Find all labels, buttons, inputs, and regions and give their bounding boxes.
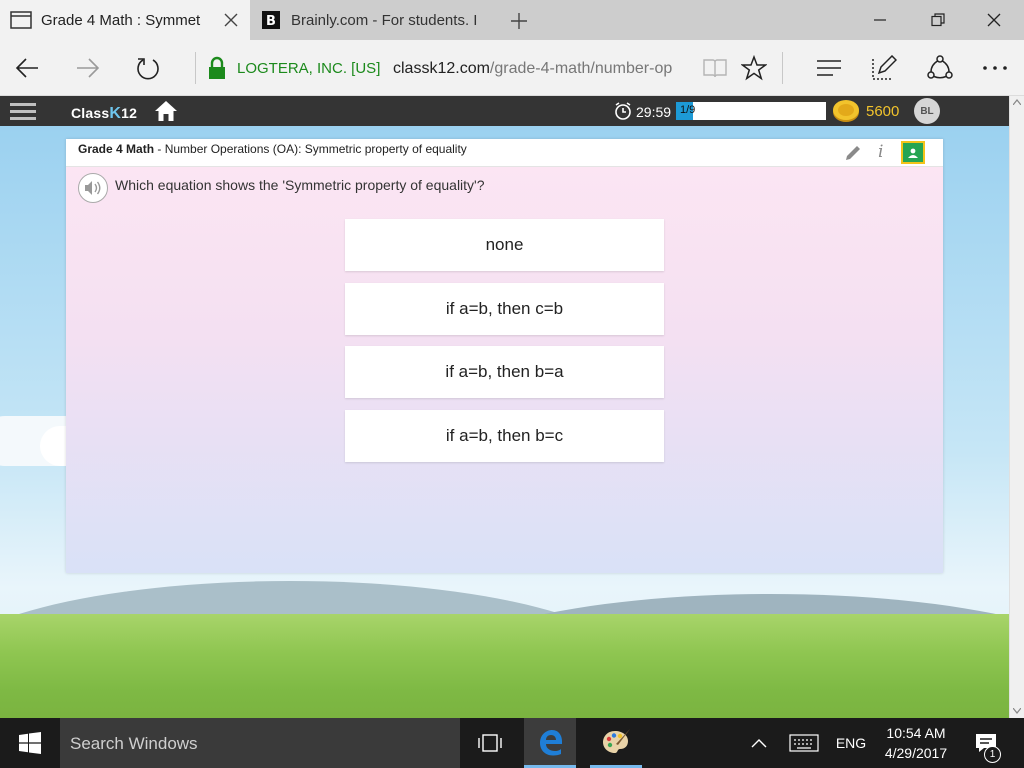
hub-button[interactable]	[811, 50, 847, 86]
windows-logo-icon	[19, 732, 41, 754]
clock-time: 10:54 AM	[886, 725, 946, 741]
answer-option-none[interactable]: none	[345, 219, 664, 271]
forward-button[interactable]	[70, 50, 106, 86]
input-language[interactable]: ENG	[830, 718, 872, 768]
grass	[0, 614, 1009, 718]
question-text: Which equation shows the 'Symmetric prop…	[115, 177, 485, 193]
alarm-clock-icon	[615, 102, 631, 120]
home-icon[interactable]	[154, 100, 178, 122]
logo-k: K	[109, 105, 122, 122]
windows-taskbar: Search Windows ENG 10:54 AM 4/29/2017 1	[0, 718, 1024, 768]
address-bar[interactable]: classk12.com/grade-4-math/number-op	[393, 60, 681, 78]
book-icon	[703, 59, 727, 78]
task-view-button[interactable]	[464, 718, 516, 768]
back-button[interactable]	[9, 50, 45, 86]
lock-icon[interactable]	[208, 56, 226, 80]
divider	[782, 52, 783, 84]
app-header: ClassK12 29:59 1/9 5600 BL	[0, 96, 1009, 126]
topic-label: - Number Operations (OA): Symmetric prop…	[154, 142, 467, 156]
pencil-icon[interactable]	[844, 144, 862, 162]
restore-icon	[931, 13, 945, 27]
breadcrumb: Grade 4 Math - Number Operations (OA): S…	[78, 142, 467, 156]
answer-option-b-equals-c[interactable]: if a=b, then b=c	[345, 410, 664, 462]
speaker-icon	[85, 181, 101, 195]
tab-title: Grade 4 Math : Symmet	[41, 11, 201, 29]
refresh-button[interactable]	[130, 50, 166, 86]
paint-palette-icon	[603, 728, 630, 753]
classroom-icon	[908, 148, 918, 158]
web-note-button[interactable]	[866, 50, 902, 86]
task-view-icon	[478, 734, 502, 752]
taskbar-search-box[interactable]: Search Windows	[60, 718, 460, 768]
card-header: Grade 4 Math - Number Operations (OA): S…	[66, 139, 943, 167]
page-icon	[10, 11, 32, 29]
info-icon[interactable]: i	[878, 142, 883, 162]
arrow-right-icon	[77, 58, 100, 78]
start-button[interactable]	[0, 718, 60, 768]
close-tab-icon[interactable]	[218, 7, 244, 33]
notification-count-badge: 1	[984, 746, 1001, 763]
taskbar-clock[interactable]: 10:54 AM 4/29/2017	[872, 723, 960, 763]
google-classroom-button[interactable]	[901, 141, 925, 164]
close-window-button[interactable]	[966, 0, 1022, 40]
classk12-logo[interactable]: ClassK12	[71, 105, 137, 123]
logo-suffix: 12	[121, 105, 138, 121]
tab-brainly[interactable]: B Brainly.com - For students. I	[250, 0, 502, 40]
hub-icon	[817, 60, 841, 76]
minimize-icon	[874, 19, 886, 21]
edge-icon	[540, 729, 562, 755]
search-placeholder: Search Windows	[70, 734, 198, 753]
new-tab-button[interactable]	[506, 8, 532, 34]
coins-icon	[833, 100, 859, 122]
answer-option-b-equals-a[interactable]: if a=b, then b=a	[345, 346, 664, 398]
touch-keyboard-button[interactable]	[786, 718, 822, 768]
browser-tab-bar: Grade 4 Math : Symmet B Brainly.com - Fo…	[0, 0, 1024, 40]
subject-label: Grade 4 Math	[78, 142, 155, 156]
share-icon	[927, 55, 953, 79]
url-path: /grade-4-math/number-op	[489, 60, 673, 77]
menu-button[interactable]	[10, 103, 36, 121]
note-pen-icon	[872, 55, 897, 80]
clock-date: 4/29/2017	[884, 745, 948, 761]
show-hidden-icons-button[interactable]	[744, 718, 774, 768]
question-progress: 1/9	[676, 102, 826, 120]
star-icon	[741, 55, 767, 81]
timer-value: 29:59	[636, 104, 672, 120]
brainly-icon: B	[262, 11, 280, 29]
restore-button[interactable]	[910, 0, 966, 40]
more-icon	[983, 66, 1007, 70]
arrow-left-icon	[15, 58, 38, 78]
favorite-button[interactable]	[736, 50, 772, 86]
more-button[interactable]	[977, 50, 1013, 86]
read-aloud-button[interactable]	[78, 173, 108, 203]
progress-label: 1/9	[680, 104, 696, 116]
divider	[195, 52, 196, 84]
coin-count: 5600	[866, 103, 900, 120]
close-icon	[987, 13, 1001, 27]
scroll-down-icon[interactable]	[1013, 708, 1021, 714]
site-identity[interactable]: LOGTERA, INC. [US]	[237, 60, 380, 77]
question-card: Grade 4 Math - Number Operations (OA): S…	[66, 139, 943, 573]
answer-option-c-equals-b[interactable]: if a=b, then c=b	[345, 283, 664, 335]
share-button[interactable]	[922, 50, 958, 86]
tab-title: Brainly.com - For students. I	[291, 11, 478, 29]
reading-view-button[interactable]	[697, 50, 733, 86]
scroll-up-icon[interactable]	[1013, 99, 1021, 105]
taskbar-paint[interactable]	[590, 718, 642, 768]
page-scrollbar[interactable]	[1009, 96, 1024, 718]
taskbar-edge[interactable]	[524, 718, 576, 768]
tab-grade4-math[interactable]: Grade 4 Math : Symmet	[0, 0, 250, 40]
keyboard-icon	[789, 734, 819, 752]
avatar[interactable]: BL	[914, 98, 940, 124]
chevron-up-icon	[751, 739, 767, 748]
minimize-button[interactable]	[852, 0, 908, 40]
refresh-icon	[137, 58, 159, 80]
url-domain: classk12.com	[393, 60, 490, 77]
browser-nav-bar: LOGTERA, INC. [US] classk12.com/grade-4-…	[0, 40, 1024, 96]
brainly-glyph: B	[266, 14, 276, 29]
plus-icon	[511, 13, 527, 29]
logo-prefix: Class	[71, 105, 110, 121]
